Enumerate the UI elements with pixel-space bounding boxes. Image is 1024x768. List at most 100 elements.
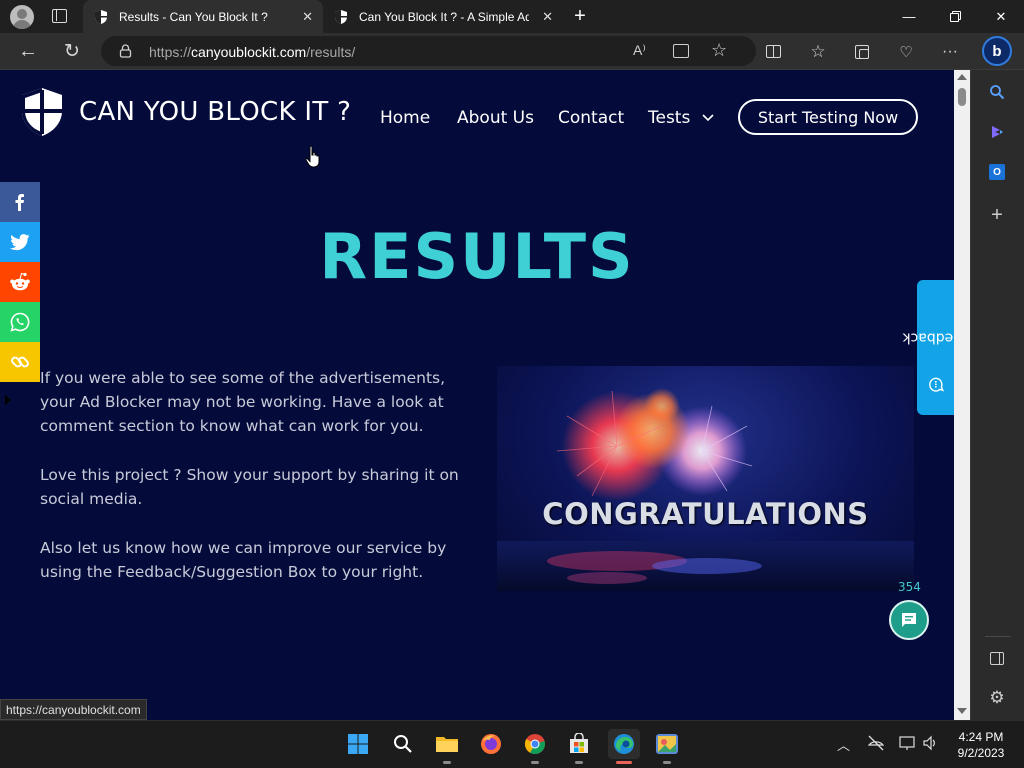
tab-results[interactable]: Results - Can You Block It ? ✕ xyxy=(83,0,323,33)
clock-time: 4:24 PM xyxy=(958,730,1004,744)
status-bar-url: https://canyoublockit.com xyxy=(0,699,147,720)
page-scrollbar[interactable] xyxy=(954,70,970,720)
shield-favicon-icon xyxy=(95,9,107,24)
results-paragraph-2: Love this project ? Show your support by… xyxy=(40,466,459,508)
congratulations-image: CONGRATULATIONS xyxy=(497,366,914,591)
volume-icon[interactable] xyxy=(922,735,940,754)
taskbar-search-icon[interactable] xyxy=(388,729,418,759)
search-icon[interactable] xyxy=(983,78,1011,106)
collapse-share-arrow-icon[interactable] xyxy=(5,395,11,405)
edge-icon[interactable] xyxy=(608,729,640,759)
add-sidebar-app-icon[interactable]: + xyxy=(983,201,1011,229)
logo-text: CAN YOU BLOCK IT ? xyxy=(79,97,352,127)
microsoft-store-icon[interactable] xyxy=(564,729,594,759)
results-paragraph-3: Also let us know how we can improve our … xyxy=(40,539,447,581)
photos-running-indicator xyxy=(663,761,671,764)
close-window-icon[interactable]: ✕ xyxy=(978,0,1024,33)
back-icon[interactable]: ← xyxy=(13,33,43,70)
show-hidden-icons-chevron-icon[interactable]: ︿ xyxy=(837,735,850,754)
nav-contact[interactable]: Contact xyxy=(558,108,624,128)
app-available-icon[interactable] xyxy=(673,44,689,58)
browser-toolbar: ← ↻ https://canyoublockit.com/results/ A… xyxy=(0,33,1024,70)
close-tab-icon[interactable]: ✕ xyxy=(542,9,553,25)
scrollbar-thumb[interactable] xyxy=(958,88,966,106)
windows-start-icon[interactable] xyxy=(343,729,373,759)
comment-count: 354 xyxy=(898,580,921,594)
fireworks-graphic xyxy=(497,388,914,591)
collections-icon[interactable] xyxy=(847,33,877,70)
feedback-label-wrapper: Feedback xyxy=(902,280,954,415)
restore-icon[interactable] xyxy=(932,0,978,33)
tab-can-you-block-it[interactable]: Can You Block It ? - A Simple Ad ✕ xyxy=(323,0,563,33)
copy-link-share-button[interactable] xyxy=(0,342,40,382)
hand-pointer-cursor-icon xyxy=(305,145,320,168)
copy-link-icon xyxy=(11,356,29,368)
web-page: CAN YOU BLOCK IT ? Home About Us Contact… xyxy=(0,70,954,720)
split-screen-icon[interactable] xyxy=(758,33,788,70)
nav-tests-label: Tests xyxy=(648,108,691,128)
favorites-icon[interactable]: ☆ xyxy=(803,33,833,70)
lock-icon[interactable] xyxy=(119,44,132,58)
file-explorer-running-indicator xyxy=(443,761,451,764)
facebook-share-button[interactable] xyxy=(0,182,40,222)
congratulations-caption: CONGRATULATIONS xyxy=(542,497,869,531)
address-bar[interactable]: https://canyoublockit.com/results/ A⁾ ☆ xyxy=(101,36,756,66)
reddit-share-button[interactable] xyxy=(0,262,40,302)
clock-date: 9/2/2023 xyxy=(957,746,1005,760)
firefox-icon[interactable] xyxy=(476,729,506,759)
shield-favicon-icon xyxy=(335,9,347,24)
nav-home[interactable]: Home xyxy=(380,108,430,128)
copilot-icon[interactable] xyxy=(983,118,1011,146)
comments-chat-button[interactable] xyxy=(889,600,929,640)
whatsapp-icon xyxy=(10,312,30,332)
nav-tests[interactable]: Tests xyxy=(648,108,714,128)
browser-title-bar: Results - Can You Block It ? ✕ Can You B… xyxy=(0,0,1024,33)
read-aloud-icon[interactable]: A⁾ xyxy=(633,42,646,59)
photos-app-icon[interactable] xyxy=(652,729,682,759)
nav-about-us[interactable]: About Us xyxy=(457,108,534,128)
sidebar-divider xyxy=(985,636,1011,637)
outlook-icon[interactable]: O xyxy=(983,158,1011,186)
page-title: RESULTS xyxy=(319,220,635,293)
more-menu-icon[interactable]: ··· xyxy=(935,33,965,70)
facebook-icon xyxy=(15,194,24,211)
minimize-icon[interactable]: ― xyxy=(886,0,932,33)
refresh-icon[interactable]: ↻ xyxy=(57,33,87,70)
shield-logo-icon xyxy=(22,88,62,136)
whatsapp-share-button[interactable] xyxy=(0,302,40,342)
url-text[interactable]: https://canyoublockit.com/results/ xyxy=(149,44,355,60)
sidebar-settings-gear-icon[interactable]: ⚙ xyxy=(983,684,1011,712)
network-offline-icon[interactable] xyxy=(867,735,885,754)
bing-copilot-icon[interactable]: b xyxy=(982,36,1012,66)
chrome-running-indicator xyxy=(531,761,539,764)
feedback-chat-icon xyxy=(928,377,944,392)
file-explorer-icon[interactable] xyxy=(432,729,462,759)
display-icon[interactable] xyxy=(899,735,917,754)
site-logo[interactable]: CAN YOU BLOCK IT ? xyxy=(20,87,351,137)
profile-avatar[interactable] xyxy=(10,5,34,29)
tab-actions-icon[interactable] xyxy=(52,9,67,23)
url-path: /results/ xyxy=(306,44,356,60)
feedback-text: Feedback xyxy=(902,329,954,345)
chrome-icon[interactable] xyxy=(520,729,550,759)
browser-essentials-icon[interactable]: ♡ xyxy=(891,33,921,70)
edge-sidebar: O + ⚙ xyxy=(970,70,1024,720)
taskbar-clock[interactable]: 4:24 PM 9/2/2023 xyxy=(950,729,1012,761)
store-running-indicator xyxy=(575,761,583,764)
edge-active-indicator xyxy=(616,761,632,764)
scroll-up-arrow-icon[interactable] xyxy=(957,74,967,80)
close-tab-icon[interactable]: ✕ xyxy=(302,9,313,25)
hide-sidebar-icon[interactable] xyxy=(983,644,1011,672)
start-testing-now-button[interactable]: Start Testing Now xyxy=(738,99,918,135)
windows-taskbar: ︿ 4:24 PM 9/2/2023 xyxy=(0,720,1024,768)
new-tab-icon[interactable]: + xyxy=(568,4,592,28)
feedback-tab[interactable]: Feedback xyxy=(902,280,954,415)
results-paragraph-1: If you were able to see some of the adve… xyxy=(40,369,446,435)
scroll-down-arrow-icon[interactable] xyxy=(957,708,967,714)
chat-bubble-icon xyxy=(902,613,916,627)
url-scheme: https:// xyxy=(149,44,192,60)
feedback-label: Feedback xyxy=(902,304,954,392)
twitter-share-button[interactable] xyxy=(0,222,40,262)
favorite-star-icon[interactable]: ☆ xyxy=(711,40,727,61)
twitter-icon xyxy=(10,233,30,250)
